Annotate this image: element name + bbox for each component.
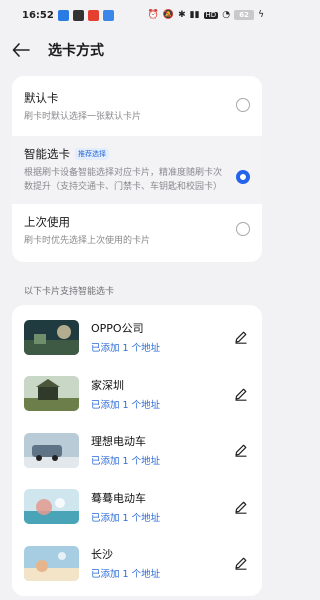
card-address-count[interactable]: 已添加 1 个地址	[91, 566, 232, 580]
option-description: 根据刷卡设备智能选择对应卡片，精准度随刷卡次数提升（支持交通卡、门禁卡、车钥匙和…	[24, 168, 223, 192]
app-notification-icon	[102, 9, 114, 21]
card-thumbnail	[24, 489, 79, 525]
status-right: ⏰ 🔕 ✱ ▮▮ HD ◔ 62 ϟ	[148, 10, 264, 20]
card-row-home-shenzhen[interactable]: 家深圳 已添加 1 个地址	[12, 366, 262, 423]
header: 选卡方式	[0, 30, 274, 70]
card-list: OPPO公司 已添加 1 个地址 家深圳 已添加 1 个地址 理想电动车 已添加…	[12, 305, 262, 596]
option-smart-select[interactable]: 智能选卡 推荐选择 根据刷卡设备智能选择对应卡片，精准度随刷卡次数提升（支持交通…	[12, 136, 262, 204]
page-title: 选卡方式	[48, 43, 104, 59]
pencil-icon	[235, 331, 247, 345]
status-time: 16:52	[22, 9, 54, 21]
pencil-icon	[235, 444, 247, 458]
card-name: 长沙	[91, 548, 113, 562]
card-thumbnail	[24, 319, 79, 355]
card-thumbnail	[24, 432, 79, 468]
card-name: 家深圳	[91, 378, 124, 392]
radio-default-card[interactable]	[236, 98, 250, 112]
wifi-icon: ◔	[222, 9, 231, 20]
card-row-lixiang-ev[interactable]: 理想电动车 已添加 1 个地址	[12, 422, 262, 479]
section-label: 以下卡片支持智能选卡	[24, 287, 115, 297]
arrow-left-icon	[12, 43, 30, 57]
card-thumbnail	[24, 376, 79, 412]
status-bar: 16:52 ⏰ 🔕 ✱ ▮▮ HD ◔ 62 ϟ	[0, 0, 274, 30]
bluetooth-icon: ✱	[178, 9, 186, 20]
card-address-count[interactable]: 已添加 1 个地址	[91, 453, 232, 467]
recommended-badge: 推荐选择	[75, 148, 109, 160]
option-title: 上次使用	[24, 215, 70, 229]
back-button[interactable]	[12, 39, 34, 61]
edit-button[interactable]	[232, 385, 250, 403]
edit-button[interactable]	[232, 498, 250, 516]
pencil-icon	[235, 388, 247, 401]
card-address-count[interactable]: 已添加 1 个地址	[91, 340, 232, 354]
signal-icon: ▮▮	[189, 9, 200, 20]
card-name: OPPO公司	[91, 322, 144, 336]
card-name: 理想电动车	[91, 435, 146, 449]
app-notification-icon	[72, 9, 84, 21]
mute-icon: 🔕	[162, 9, 175, 20]
charging-icon: ϟ	[258, 9, 264, 20]
edit-button[interactable]	[232, 554, 250, 572]
card-row-momo-ev[interactable]: 蓦蓦电动车 已添加 1 个地址	[12, 479, 262, 536]
hd-icon: HD	[203, 10, 219, 19]
option-description: 刷卡时优先选择上次使用的卡片	[24, 236, 151, 246]
edit-button[interactable]	[232, 328, 250, 346]
edit-button[interactable]	[232, 441, 250, 459]
radio-smart-select[interactable]	[236, 170, 250, 184]
status-left: 16:52	[22, 9, 114, 21]
option-title: 智能选卡	[24, 147, 70, 161]
option-description: 刷卡时默认选择一张默认卡片	[24, 112, 142, 122]
card-name: 蓦蓦电动车	[91, 491, 146, 505]
selection-mode-card: 默认卡 刷卡时默认选择一张默认卡片 智能选卡 推荐选择 根据刷卡设备智能选择对应…	[12, 76, 262, 262]
card-row-changsha[interactable]: 长沙 已添加 1 个地址	[12, 535, 262, 592]
card-thumbnail	[24, 545, 79, 581]
pencil-icon	[235, 501, 247, 514]
option-title: 默认卡	[24, 91, 59, 105]
card-address-count[interactable]: 已添加 1 个地址	[91, 397, 232, 411]
card-address-count[interactable]: 已添加 1 个地址	[91, 510, 232, 524]
option-last-used[interactable]: 上次使用 刷卡时优先选择上次使用的卡片	[12, 204, 262, 262]
app-notification-icon	[87, 9, 99, 21]
option-default-card[interactable]: 默认卡 刷卡时默认选择一张默认卡片	[12, 76, 262, 136]
app-notification-icon	[57, 9, 69, 21]
alarm-icon: ⏰	[147, 9, 159, 20]
battery-icon: 62	[234, 10, 255, 20]
pencil-icon	[235, 557, 247, 571]
card-row-oppo[interactable]: OPPO公司 已添加 1 个地址	[12, 309, 262, 366]
radio-last-used[interactable]	[236, 222, 250, 236]
